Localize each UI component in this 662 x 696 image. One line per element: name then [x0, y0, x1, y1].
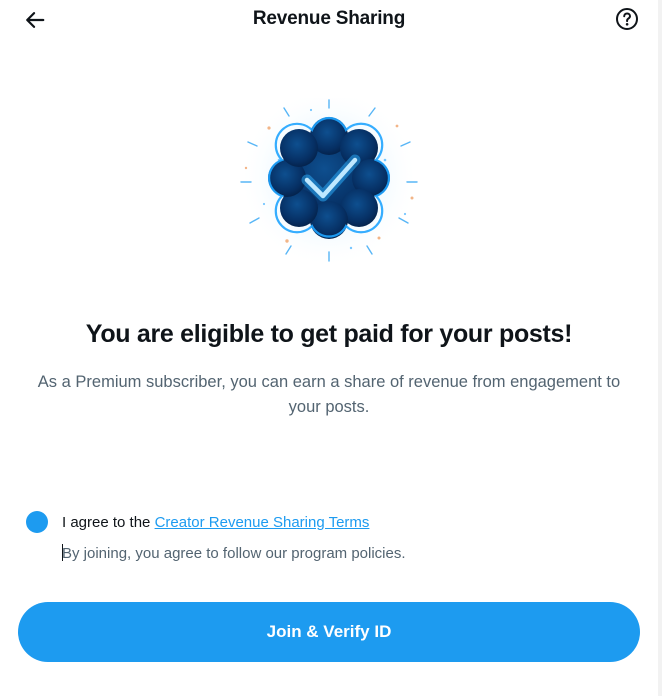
join-verify-button[interactable]: Join & Verify ID	[18, 602, 640, 662]
top-bar: Revenue Sharing	[0, 0, 658, 38]
policy-note: By joining, you agree to follow our prog…	[62, 544, 406, 562]
scrollbar-track[interactable]	[658, 0, 662, 696]
eligibility-headline: You are eligible to get paid for your po…	[85, 320, 573, 348]
help-button[interactable]	[612, 4, 642, 34]
terms-agreement-row: I agree to the Creator Revenue Sharing T…	[26, 510, 369, 534]
agree-checkbox[interactable]	[26, 511, 48, 533]
eligibility-description: As a Premium subscriber, you can earn a …	[37, 373, 621, 416]
policy-note-text: By joining, you agree to follow our prog…	[62, 545, 406, 562]
question-circle-icon	[616, 8, 638, 30]
verified-badge-icon	[239, 88, 419, 268]
verified-badge-illustration	[229, 88, 429, 268]
page-title: Revenue Sharing	[252, 8, 406, 29]
terms-link[interactable]: Creator Revenue Sharing Terms	[155, 514, 370, 531]
revenue-sharing-page: Revenue Sharing You are eligible to get …	[0, 0, 662, 696]
agree-label: I agree to the Creator Revenue Sharing T…	[62, 514, 369, 531]
agree-prefix: I agree to the	[62, 513, 155, 531]
